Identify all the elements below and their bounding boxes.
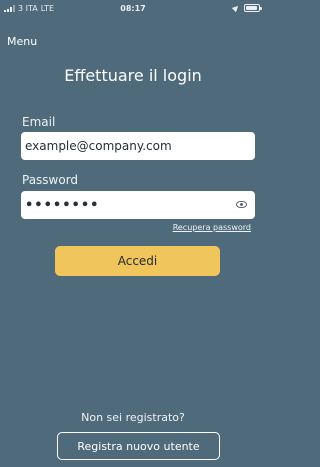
register-button[interactable]: Registra nuovo utente: [57, 432, 220, 460]
status-bar: 3 ITA LTE 08:17: [0, 0, 266, 20]
password-field[interactable]: ••••••••: [21, 191, 255, 219]
email-label: Email: [22, 115, 56, 129]
battery-icon: [244, 4, 262, 12]
password-label: Password: [22, 173, 79, 187]
register-prompt: Non sei registrato?: [81, 411, 185, 424]
login-screen: 3 ITA LTE 08:17 Menu Effettuare il login…: [0, 0, 266, 467]
menu-button[interactable]: Menu: [7, 35, 37, 48]
page-title: Effettuare il login: [64, 66, 202, 85]
recover-password-link[interactable]: Recupera password: [173, 223, 251, 232]
email-field[interactable]: example@company.com: [21, 132, 255, 160]
status-time: 08:17: [120, 4, 146, 13]
login-button[interactable]: Accedi: [55, 246, 220, 276]
status-right: [231, 3, 262, 13]
eye-icon[interactable]: [236, 201, 247, 208]
location-arrow-icon: [231, 3, 241, 13]
password-value: ••••••••: [25, 197, 100, 213]
email-value: example@company.com: [25, 139, 172, 153]
